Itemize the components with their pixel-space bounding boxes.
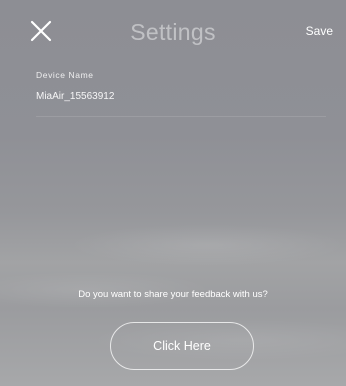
save-button[interactable]: Save <box>306 24 333 38</box>
device-name-field[interactable]: MiaAir_15563912 <box>36 91 114 102</box>
field-divider <box>36 116 326 117</box>
device-name-label: Device Name <box>36 70 94 80</box>
page-title: Settings <box>130 19 216 45</box>
feedback-prompt: Do you want to share your feedback with … <box>78 289 268 300</box>
feedback-button[interactable]: Click Here <box>110 322 254 370</box>
header-bar: Settings Save <box>0 0 346 62</box>
settings-screen: Settings Save Device Name MiaAir_1556391… <box>0 0 346 386</box>
